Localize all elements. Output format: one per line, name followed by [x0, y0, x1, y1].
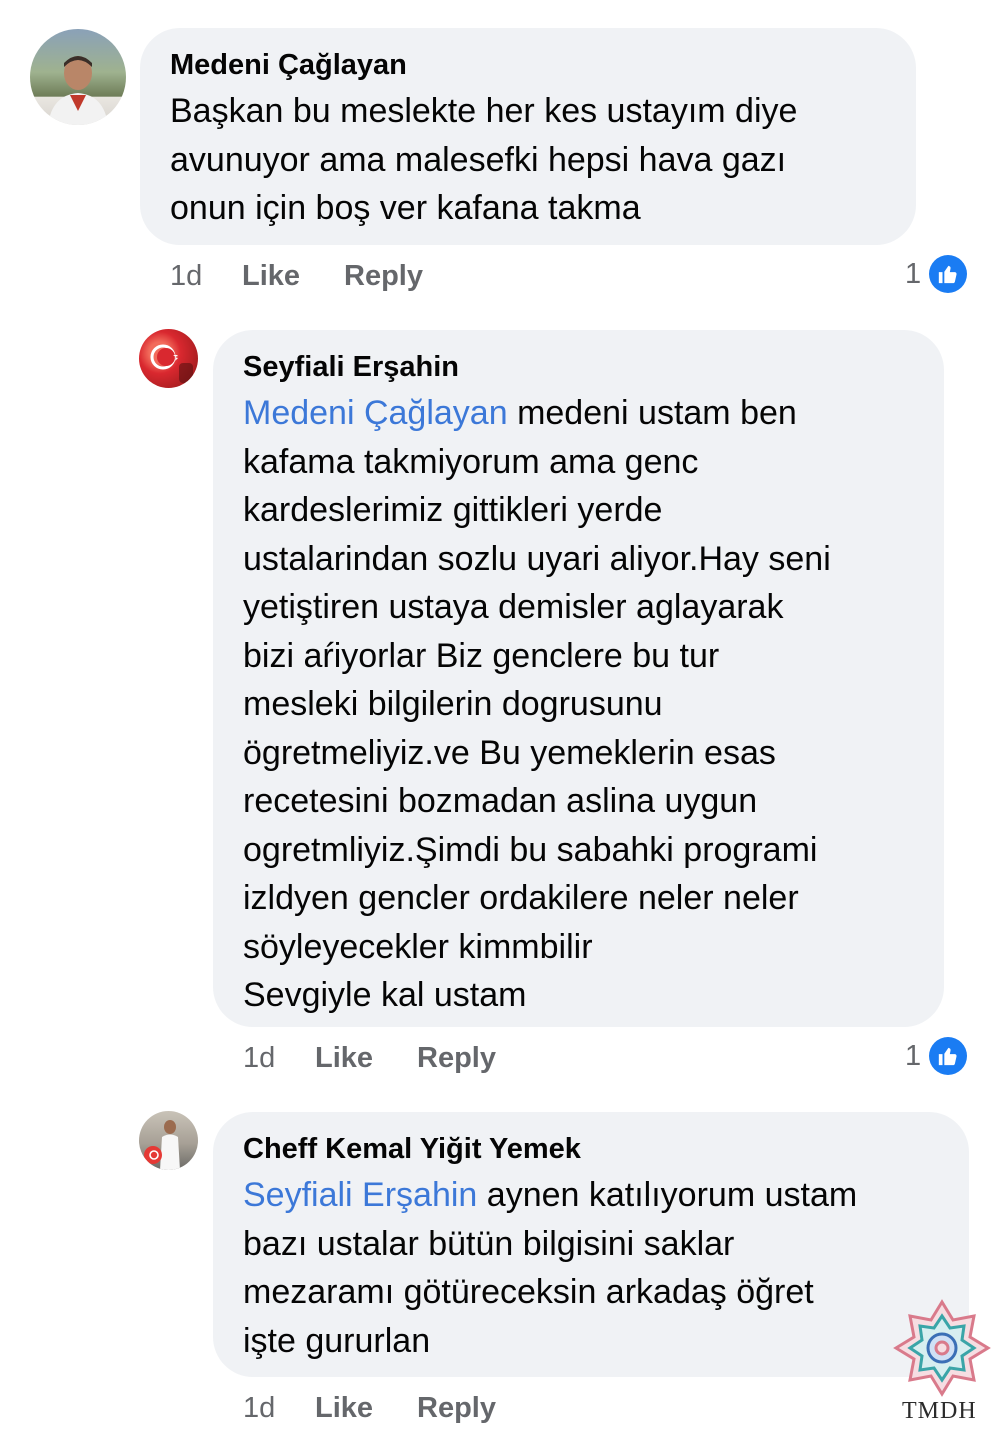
thumbs-up-icon	[929, 1037, 968, 1075]
mention-link[interactable]: Medeni Çağlayan	[243, 394, 508, 432]
comment-line: mesleki bilgilerin dogrusunu	[243, 685, 663, 723]
comment-actions: 1d Like Reply	[170, 260, 570, 296]
mention-link[interactable]: Seyfiali Erşahin	[243, 1176, 477, 1214]
comment-actions: 1d Like Reply	[243, 1042, 643, 1078]
timestamp[interactable]: 1d	[243, 1392, 275, 1425]
avatar[interactable]	[30, 29, 126, 125]
comment-line: izldyen gencler ordakilere neler neler	[243, 879, 799, 917]
timestamp[interactable]: 1d	[170, 260, 202, 293]
like-count: 1	[905, 1039, 922, 1072]
like-count: 1	[905, 257, 922, 290]
comment-line: bizi aŕiyorlar Biz genclere bu tur	[243, 636, 720, 675]
reply-button[interactable]: Reply	[417, 1042, 496, 1075]
comment-line: Sevgiyle kal ustam	[243, 976, 527, 1014]
comment-text: Seyfiali Erşahin aynen katılıyorum ustam…	[243, 1171, 857, 1365]
timestamp[interactable]: 1d	[243, 1042, 275, 1075]
reply-button[interactable]: Reply	[417, 1392, 496, 1425]
comment-author[interactable]: Cheff Kemal Yiğit Yemek	[243, 1133, 581, 1166]
comment-author[interactable]: Seyfiali Erşahin	[243, 351, 459, 384]
comment-line-rest: aynen katılıyorum ustam	[477, 1176, 858, 1214]
comment-line: onun için boş ver kafana takma	[170, 189, 641, 227]
comment-text: Medeni Çağlayan medeni ustam ben kafama …	[243, 389, 831, 1020]
comment-actions: 1d Like Reply	[243, 1392, 643, 1428]
comment-line: kafama takmiyorum ama genc	[243, 442, 699, 481]
comment-line: ögretmeliyiz.ve Bu yemeklerin esas	[243, 733, 776, 772]
like-button[interactable]: Like	[242, 260, 300, 293]
comment-text: Başkan bu meslekte her kes ustayım diye …	[170, 87, 797, 233]
avatar[interactable]	[139, 1111, 198, 1170]
comment-line: avunuyor ama malesefki hepsi hava gazı	[170, 140, 787, 179]
comment-line: Medeni Çağlayan medeni ustam ben	[243, 389, 831, 438]
like-count-badge[interactable]: 1	[905, 255, 968, 293]
comment-author[interactable]: Medeni Çağlayan	[170, 49, 407, 82]
watermark-text: TMDH	[902, 1398, 977, 1424]
comment-line: ogretmliyiz.Şimdi bu sabahki programi	[243, 830, 818, 869]
avatar-red-flag-icon	[150, 344, 193, 383]
comment-line: ustalarindan sozlu uyari aliyor.Hay seni	[243, 539, 831, 578]
avatar[interactable]	[139, 329, 198, 388]
comment-line: Seyfiali Erşahin aynen katılıyorum ustam	[243, 1171, 857, 1220]
ornament-rosette-icon	[893, 1299, 991, 1397]
avatar-chef-icon	[144, 1120, 180, 1170]
comment-line: söyleyecekler kimmbilir	[243, 927, 593, 966]
reply-button[interactable]: Reply	[344, 260, 423, 293]
comment-line-rest: medeni ustam ben	[507, 394, 797, 432]
like-count-badge[interactable]: 1	[905, 1037, 968, 1075]
comment-line: recetesini bozmadan aslina uygun	[243, 782, 758, 820]
avatar-man-outdoor-icon	[48, 56, 108, 125]
thumbs-up-icon	[929, 255, 968, 293]
comment-line: bazı ustalar bütün bilgisini saklar	[243, 1224, 735, 1263]
comment-line: işte gururlan	[243, 1321, 431, 1360]
comment-line: Başkan bu meslekte her kes ustayım diye	[170, 92, 798, 130]
like-button[interactable]: Like	[315, 1392, 373, 1425]
comment-line: kardeslerimiz gittikleri yerde	[243, 491, 663, 529]
comment-line: yetiştiren ustaya demisler aglayarak	[243, 588, 784, 626]
comment-line: mezaramı götüreceksin arkadaş öğret	[243, 1273, 814, 1311]
like-button[interactable]: Like	[315, 1042, 373, 1075]
